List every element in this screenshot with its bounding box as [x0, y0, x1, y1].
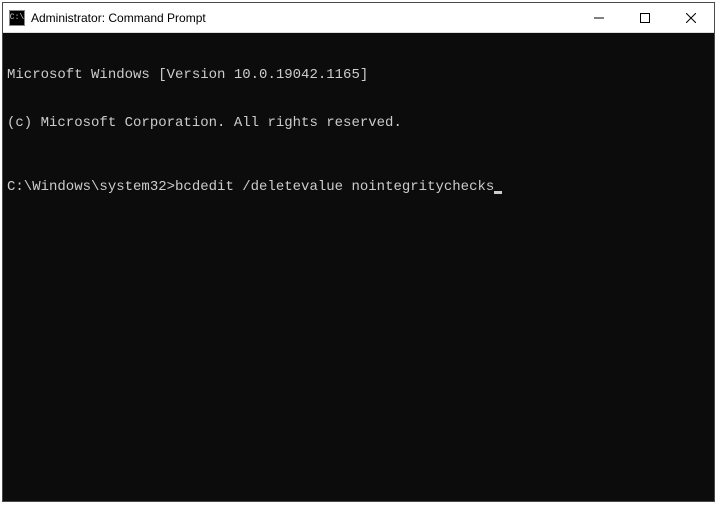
- copyright-line: (c) Microsoft Corporation. All rights re…: [7, 115, 710, 131]
- window-title: Administrator: Command Prompt: [31, 11, 576, 25]
- cmd-icon: C:\: [9, 10, 25, 26]
- cursor: [494, 191, 502, 194]
- close-button[interactable]: [668, 3, 714, 32]
- window-controls: [576, 3, 714, 32]
- titlebar[interactable]: C:\ Administrator: Command Prompt: [3, 3, 714, 33]
- version-line: Microsoft Windows [Version 10.0.19042.11…: [7, 67, 710, 83]
- typed-command: bcdedit /deletevalue nointegritychecks: [175, 179, 494, 195]
- minimize-icon: [594, 13, 604, 23]
- prompt-line: C:\Windows\system32>bcdedit /deletevalue…: [7, 179, 710, 195]
- command-prompt-window: C:\ Administrator: Command Prompt Micros…: [2, 2, 715, 502]
- minimize-button[interactable]: [576, 3, 622, 32]
- terminal-area[interactable]: Microsoft Windows [Version 10.0.19042.11…: [3, 33, 714, 501]
- maximize-icon: [640, 13, 650, 23]
- close-icon: [686, 13, 696, 23]
- maximize-button[interactable]: [622, 3, 668, 32]
- prompt-path: C:\Windows\system32>: [7, 179, 175, 195]
